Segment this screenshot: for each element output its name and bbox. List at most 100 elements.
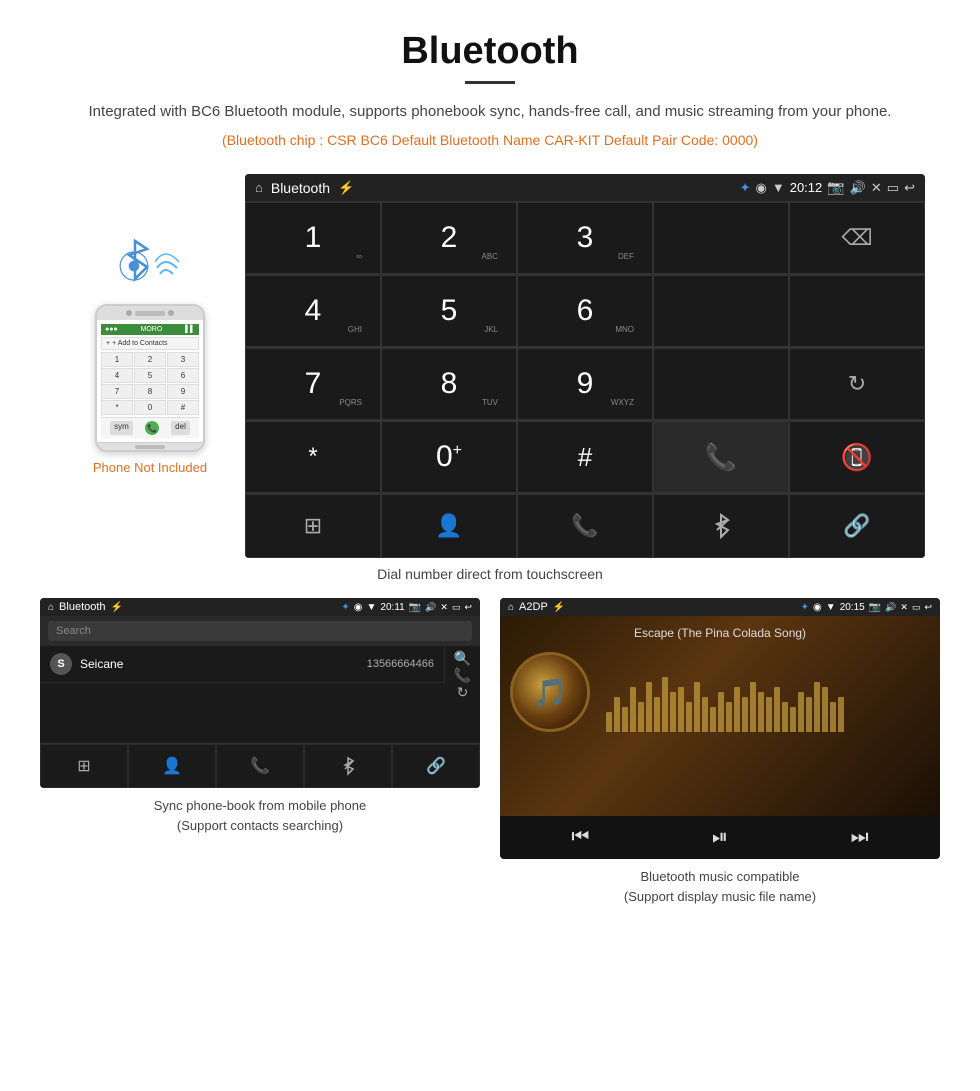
music-controls: ⏮ ⏯ ⏭ — [500, 816, 940, 859]
dial-call-button[interactable]: 📞 — [653, 421, 789, 493]
waveform-bar — [718, 692, 724, 732]
phonebook-side-icons: 🔍 📞 ↻ — [444, 646, 480, 683]
phonebook-close-icon[interactable]: ✕ — [440, 602, 448, 613]
music-back-icon[interactable]: ↩ — [924, 602, 932, 613]
dial-key-6[interactable]: 6 MNO — [517, 275, 653, 347]
dial-delete-key[interactable]: ⌫ — [789, 202, 925, 274]
refresh-side-icon[interactable]: ↻ — [457, 684, 469, 701]
pb-bottom-phone[interactable]: 📞 — [216, 744, 304, 788]
dial-grid-row4: * 0+ # 📞 📵 — [245, 420, 925, 493]
music-next-button[interactable]: ⏭ — [851, 826, 869, 849]
phone-key-0[interactable]: 0 — [134, 400, 166, 415]
bt-status-icon: ✦ — [740, 180, 751, 196]
phonebook-caption: Sync phone-book from mobile phone (Suppo… — [154, 796, 366, 835]
phone-key-hash[interactable]: # — [167, 400, 199, 415]
phone-screen: ●●● MORO ▌▌ + + Add to Contacts 1 2 3 4 … — [97, 320, 203, 442]
dial-bottom-bt-icon[interactable] — [653, 494, 789, 558]
waveform-bar — [806, 697, 812, 732]
contact-row[interactable]: S Seicane 13566664466 — [40, 646, 444, 683]
phone-key-3[interactable]: 3 — [167, 352, 199, 367]
dial-key-8[interactable]: 8 TUV — [381, 348, 517, 420]
pb-bottom-link[interactable]: 🔗 — [392, 744, 480, 788]
phonebook-wrap: ⌂ Bluetooth ⚡ ✦ ◉ ▼ 20:11 📷 🔊 ✕ ▭ ↩ — [40, 598, 480, 906]
dial-key-star[interactable]: * — [245, 421, 381, 493]
phone-key-9[interactable]: 9 — [167, 384, 199, 399]
dial-empty-1 — [653, 202, 789, 274]
dial-key-zero[interactable]: 0+ — [381, 421, 517, 493]
dial-key-4[interactable]: 4 GHI — [245, 275, 381, 347]
dial-bottom-phone-icon[interactable]: 📞 — [517, 494, 653, 558]
waveform-bar — [838, 697, 844, 732]
waveform-bar — [750, 682, 756, 732]
phone-key-5[interactable]: 5 — [134, 368, 166, 383]
volume-status-icon[interactable]: 🔊 — [850, 180, 866, 196]
camera-status-icon[interactable]: 📷 — [827, 179, 844, 196]
music-prev-button[interactable]: ⏮ — [571, 826, 589, 849]
dial-bottom-contacts-icon[interactable]: 👤 — [381, 494, 517, 558]
waveform-bar — [790, 707, 796, 732]
music-status-bar: ⌂ A2DP ⚡ ✦ ◉ ▼ 20:15 📷 🔊 ✕ ▭ ↩ — [500, 598, 940, 616]
music-close-icon[interactable]: ✕ — [900, 602, 908, 613]
dial-key-3[interactable]: 3 DEF — [517, 202, 653, 274]
phone-key-8[interactable]: 8 — [134, 384, 166, 399]
dial-hangup-button[interactable]: 📵 — [789, 421, 925, 493]
phone-del-btn[interactable]: del — [171, 421, 190, 435]
waveform-bar — [758, 692, 764, 732]
music-album-art: 🎵 — [510, 652, 590, 732]
pb-bottom-contacts[interactable]: 👤 — [128, 744, 216, 788]
phone-key-6[interactable]: 6 — [167, 368, 199, 383]
music-window-icon[interactable]: ▭ — [912, 602, 921, 613]
waveform-bar — [662, 677, 668, 732]
music-vol-icon[interactable]: 🔊 — [885, 602, 896, 613]
dial-key-hash[interactable]: # — [517, 421, 653, 493]
music-center: 🎵 — [510, 652, 930, 732]
phonebook-home-icon[interactable]: ⌂ — [48, 602, 54, 613]
phonebook-title: Bluetooth — [59, 601, 105, 613]
music-play-pause-button[interactable]: ⏯ — [712, 826, 728, 849]
dial-time: 20:12 — [790, 180, 823, 195]
waveform-bar — [694, 682, 700, 732]
phone-key-star[interactable]: * — [101, 400, 133, 415]
dial-key-2[interactable]: 2 ABC — [381, 202, 517, 274]
pb-bottom-bt[interactable] — [304, 744, 392, 788]
window-status-icon[interactable]: ▭ — [887, 180, 899, 196]
phone-sym-btn[interactable]: sym — [110, 421, 133, 435]
dial-key-5[interactable]: 5 JKL — [381, 275, 517, 347]
phone-key-7[interactable]: 7 — [101, 384, 133, 399]
music-camera-icon[interactable]: 📷 — [869, 602, 881, 613]
phonebook-vol-icon[interactable]: 🔊 — [425, 602, 436, 613]
phone-key-4[interactable]: 4 — [101, 368, 133, 383]
phone-key-2[interactable]: 2 — [134, 352, 166, 367]
music-waveform — [606, 652, 930, 732]
pb-bt-icon — [340, 756, 356, 776]
dial-bottom-keypad-icon[interactable]: ⊞ — [245, 494, 381, 558]
phonebook-back-icon[interactable]: ↩ — [464, 602, 472, 613]
phone-mock: ●●● MORO ▌▌ + + Add to Contacts 1 2 3 4 … — [95, 304, 205, 452]
back-status-icon[interactable]: ↩ — [904, 180, 915, 196]
dial-refresh-key[interactable]: ↻ — [789, 348, 925, 420]
dial-key-9[interactable]: 9 WXYZ — [517, 348, 653, 420]
dial-key-7[interactable]: 7 PQRS — [245, 348, 381, 420]
search-side-icon[interactable]: 🔍 — [454, 650, 471, 667]
call-side-icon[interactable]: 📞 — [454, 667, 471, 684]
phonebook-bt-icon: ✦ — [341, 602, 349, 613]
phonebook-search-input[interactable]: Search — [48, 621, 472, 641]
music-home-icon[interactable]: ⌂ — [508, 602, 514, 613]
phonebook-status-bar: ⌂ Bluetooth ⚡ ✦ ◉ ▼ 20:11 📷 🔊 ✕ ▭ ↩ — [40, 598, 480, 616]
waveform-bar — [630, 687, 636, 732]
dial-bottom-bar: ⊞ 👤 📞 🔗 — [245, 493, 925, 558]
dial-key-1[interactable]: 1 ∞ — [245, 202, 381, 274]
waveform-bar — [646, 682, 652, 732]
close-status-icon[interactable]: ✕ — [871, 180, 882, 196]
phone-key-1[interactable]: 1 — [101, 352, 133, 367]
dial-empty-4 — [653, 348, 789, 420]
pb-bottom-keypad[interactable]: ⊞ — [40, 744, 128, 788]
phonebook-window-icon[interactable]: ▭ — [452, 602, 461, 613]
bluetooth-illustration: ⦿ — [110, 234, 190, 294]
dial-bottom-link-icon[interactable]: 🔗 — [789, 494, 925, 558]
phonebook-camera-icon[interactable]: 📷 — [409, 602, 421, 613]
home-icon[interactable]: ⌂ — [255, 180, 263, 195]
phone-add-contact-btn[interactable]: + + Add to Contacts — [101, 337, 199, 350]
phone-call-button[interactable]: 📞 — [145, 421, 159, 435]
waveform-bar — [654, 697, 660, 732]
